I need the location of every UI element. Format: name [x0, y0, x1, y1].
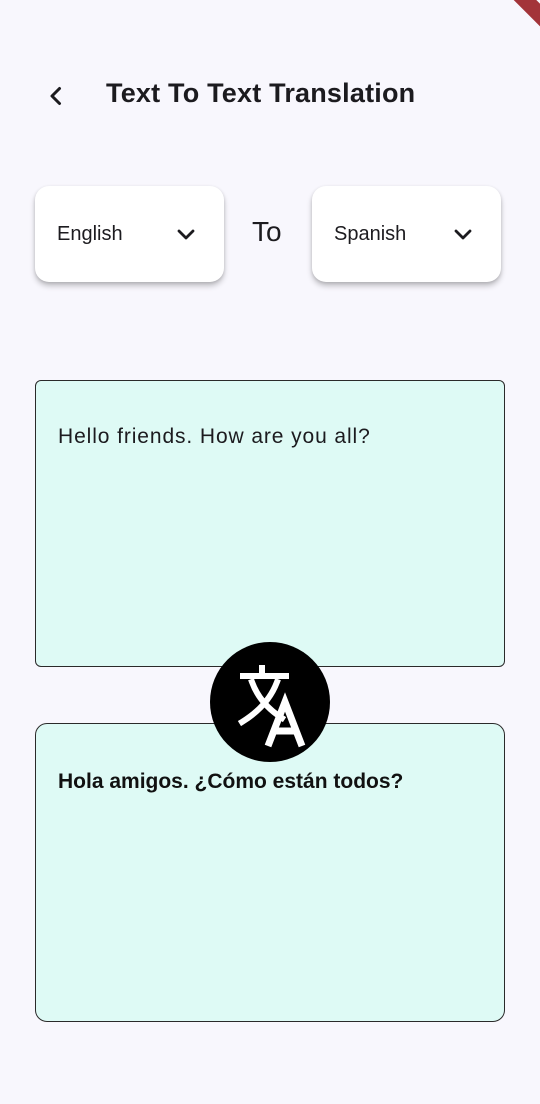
source-language-dropdown[interactable]: English [35, 186, 224, 282]
back-button[interactable] [34, 74, 78, 118]
page-title: Text To Text Translation [106, 78, 416, 108]
chevron-down-icon [177, 229, 195, 240]
source-text-field[interactable]: Hello friends. How are you all? [35, 380, 505, 667]
to-connector-label: To [252, 216, 282, 247]
target-language-dropdown[interactable]: Spanish [312, 186, 501, 282]
source-text-value[interactable]: Hello friends. How are you all? [58, 425, 482, 449]
debug-banner [487, 0, 540, 38]
translate-button[interactable] [210, 642, 330, 762]
app-bar: Text To Text Translation [0, 60, 540, 130]
source-language-label: English [57, 222, 123, 245]
translated-text-panel: Hola amigos. ¿Cómo están todos? [35, 723, 505, 1022]
translation-screen: Text To Text Translation English To Span… [0, 0, 540, 1104]
chevron-down-icon [454, 229, 472, 240]
chevron-left-icon [50, 87, 61, 105]
translated-text-value: Hola amigos. ¿Cómo están todos? [58, 770, 404, 793]
target-language-label: Spanish [334, 222, 407, 245]
translate-icon [237, 665, 306, 748]
